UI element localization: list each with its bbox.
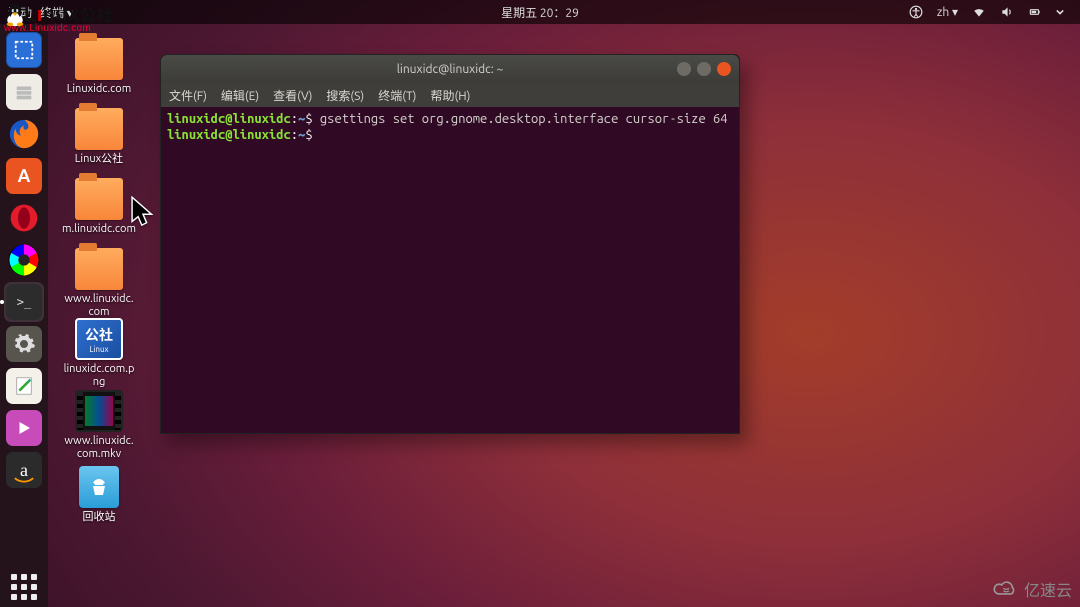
dock-opera-app[interactable] bbox=[4, 198, 44, 238]
system-menu-chevron-icon[interactable] bbox=[1056, 5, 1064, 19]
top-panel: 活动 终端 ▾ 星期五 20：29 zh ▾ bbox=[0, 0, 1080, 24]
desktop-folder[interactable]: m.linuxidc.com bbox=[62, 178, 136, 236]
desktop-folder[interactable]: www.linuxidc.com bbox=[62, 248, 136, 319]
dock-gedit-app[interactable] bbox=[4, 366, 44, 406]
a11y-icon[interactable] bbox=[909, 5, 923, 19]
window-minimize-button[interactable] bbox=[677, 62, 691, 76]
desktop-folder[interactable]: Linux公社 bbox=[62, 108, 136, 166]
window-title: linuxidc@linuxidc: ~ bbox=[397, 63, 503, 76]
app-menu[interactable]: 终端 ▾ bbox=[40, 4, 73, 21]
terminal-menubar: 文件(F) 编辑(E) 查看(V) 搜索(S) 终端(T) 帮助(H) bbox=[161, 83, 739, 107]
desktop-item-label: Linux公社 bbox=[62, 153, 136, 166]
dock-firefox-app[interactable] bbox=[4, 114, 44, 154]
desktop-item-label: www.linuxidc.com.mkv bbox=[62, 435, 136, 461]
desktop-trash[interactable]: 回收站 bbox=[62, 466, 136, 524]
menu-help[interactable]: 帮助(H) bbox=[430, 87, 470, 104]
menu-view[interactable]: 查看(V) bbox=[273, 87, 312, 104]
mouse-cursor-icon bbox=[130, 196, 156, 234]
terminal-line: linuxidc@linuxidc:~$ gsettings set org.g… bbox=[167, 111, 733, 127]
network-wifi-icon[interactable] bbox=[972, 5, 986, 19]
terminal-window[interactable]: linuxidc@linuxidc: ~ 文件(F) 编辑(E) 查看(V) 搜… bbox=[160, 54, 740, 434]
folder-icon bbox=[75, 38, 123, 80]
dock-software-center-app[interactable]: A bbox=[4, 156, 44, 196]
dock-settings-app[interactable] bbox=[4, 324, 44, 364]
desktop-item-label: www.linuxidc.com bbox=[62, 293, 136, 319]
window-titlebar[interactable]: linuxidc@linuxidc: ~ bbox=[161, 55, 739, 83]
clock[interactable]: 星期五 20：29 bbox=[501, 4, 579, 21]
window-maximize-button[interactable] bbox=[697, 62, 711, 76]
dock: A >_ a bbox=[0, 24, 48, 607]
image-file-icon: 公社 Linux bbox=[75, 318, 123, 360]
show-applications-button[interactable] bbox=[4, 567, 44, 607]
terminal-body[interactable]: linuxidc@linuxidc:~$ gsettings set org.g… bbox=[161, 107, 739, 433]
menu-terminal[interactable]: 终端(T) bbox=[378, 87, 416, 104]
terminal-line: linuxidc@linuxidc:~$ bbox=[167, 127, 733, 143]
video-file-icon bbox=[75, 390, 123, 432]
activities-button[interactable]: 活动 bbox=[8, 4, 32, 21]
dock-screenshot-app[interactable] bbox=[4, 30, 44, 70]
dock-media-player-app[interactable] bbox=[4, 408, 44, 448]
desktop-folder[interactable]: Linuxidc.com bbox=[62, 38, 136, 96]
dock-color-picker-app[interactable] bbox=[4, 240, 44, 280]
menu-edit[interactable]: 编辑(E) bbox=[221, 87, 259, 104]
dock-amazon-app[interactable]: a bbox=[4, 450, 44, 490]
desktop-item-label: m.linuxidc.com bbox=[62, 223, 136, 236]
window-close-button[interactable] bbox=[717, 62, 731, 76]
volume-icon[interactable] bbox=[1000, 5, 1014, 19]
desktop-video-file[interactable]: www.linuxidc.com.mkv bbox=[62, 390, 136, 461]
battery-icon[interactable] bbox=[1028, 5, 1042, 19]
folder-icon bbox=[75, 108, 123, 150]
menu-file[interactable]: 文件(F) bbox=[169, 87, 207, 104]
desktop-item-label: linuxidc.com.png bbox=[62, 363, 136, 389]
desktop-image-file[interactable]: 公社 Linux linuxidc.com.png bbox=[62, 318, 136, 389]
folder-icon bbox=[75, 178, 123, 220]
trash-icon bbox=[79, 466, 119, 508]
dock-terminal-app[interactable]: >_ bbox=[4, 282, 44, 322]
folder-icon bbox=[75, 248, 123, 290]
desktop-item-label: Linuxidc.com bbox=[62, 83, 136, 96]
desktop-item-label: 回收站 bbox=[62, 511, 136, 524]
menu-search[interactable]: 搜索(S) bbox=[326, 87, 364, 104]
dock-files-app[interactable] bbox=[4, 72, 44, 112]
input-source-indicator[interactable]: zh ▾ bbox=[937, 5, 958, 19]
